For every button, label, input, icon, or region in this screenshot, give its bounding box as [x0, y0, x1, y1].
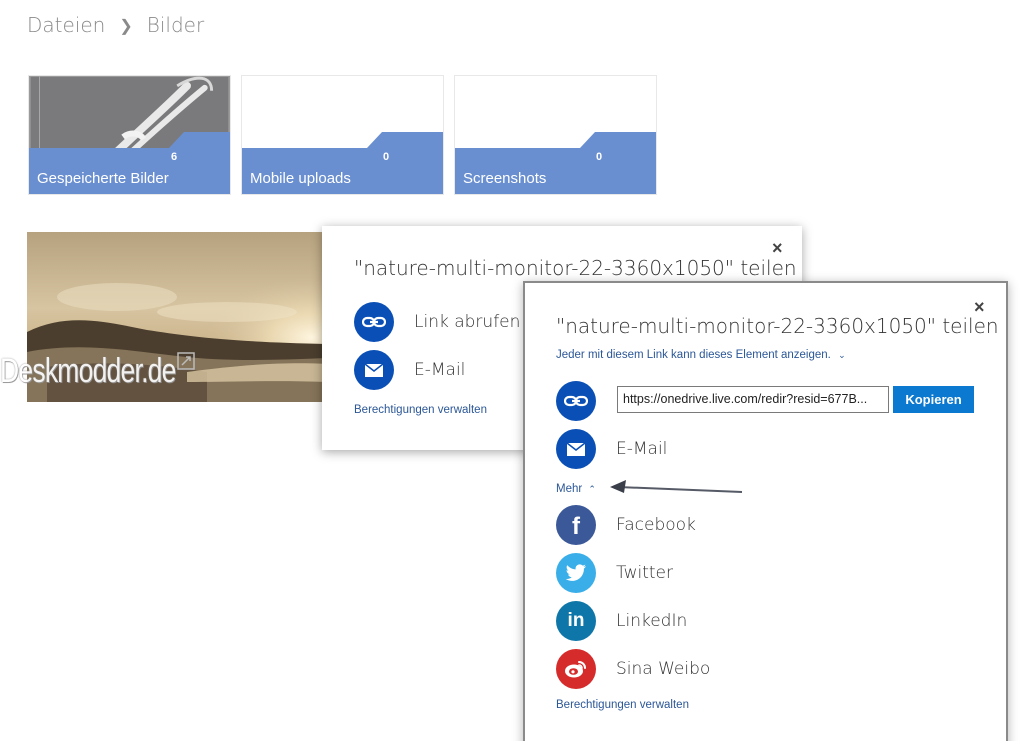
- get-link-option[interactable]: Link abrufen: [354, 302, 520, 342]
- breadcrumb-current: Bilder: [146, 13, 205, 37]
- email-option[interactable]: E-Mail: [354, 350, 465, 390]
- sina-weibo-option[interactable]: Sina Weibo: [556, 649, 710, 689]
- option-label: Twitter: [616, 563, 673, 583]
- share-dialog-front: × "nature-multi-monitor-22-3360x1050" te…: [523, 281, 1008, 741]
- copy-button[interactable]: Kopieren: [893, 386, 974, 413]
- option-label: Sina Weibo: [616, 659, 711, 679]
- mail-icon: [556, 429, 596, 469]
- weibo-icon: [556, 649, 596, 689]
- watermark-text: Deskmodder.de: [0, 352, 176, 390]
- link-icon: [354, 302, 394, 342]
- folder-label: Screenshots: [463, 170, 547, 187]
- linkedin-icon: in: [556, 601, 596, 641]
- folder-count: 0: [596, 151, 603, 163]
- dialog-title: "nature-multi-monitor-22-3360x1050" teil…: [556, 314, 999, 338]
- breadcrumb-root[interactable]: Dateien: [27, 13, 105, 37]
- chevron-right-icon: ❯: [119, 15, 133, 35]
- email-option[interactable]: E-Mail: [556, 429, 667, 469]
- folder-tile-screenshots[interactable]: 0 Screenshots: [454, 75, 657, 195]
- share-url-input[interactable]: https://onedrive.live.com/redir?resid=67…: [617, 386, 889, 413]
- breadcrumb: Dateien ❯ Bilder: [27, 13, 204, 37]
- link-access-dropdown[interactable]: Jeder mit diesem Link kann dieses Elemen…: [556, 349, 846, 361]
- more-toggle[interactable]: Mehr ⌃: [556, 483, 596, 495]
- option-label: E-Mail: [616, 439, 668, 459]
- onedrive-pictures-page: Dateien ❯ Bilder 6 Gespeicherte Bilder 0…: [0, 0, 1028, 741]
- folder-label: Mobile uploads: [250, 170, 351, 187]
- facebook-option[interactable]: f Facebook: [556, 505, 696, 545]
- linkedin-option[interactable]: in LinkedIn: [556, 601, 687, 641]
- option-label: E-Mail: [414, 360, 466, 380]
- option-label: LinkedIn: [616, 611, 688, 631]
- manage-permissions-link[interactable]: Berechtigungen verwalten: [556, 699, 689, 711]
- chevron-up-icon: ⌃: [588, 484, 596, 494]
- twitter-icon: [556, 553, 596, 593]
- chevron-down-icon: ⌄: [838, 350, 846, 360]
- link-row: [556, 381, 596, 421]
- more-label: Mehr: [556, 483, 583, 495]
- facebook-icon: f: [556, 505, 596, 545]
- folder-tile-mobile-uploads[interactable]: 0 Mobile uploads: [241, 75, 444, 195]
- manage-permissions-link[interactable]: Berechtigungen verwalten: [354, 404, 487, 416]
- folder-tile-saved-pictures[interactable]: 6 Gespeicherte Bilder: [28, 75, 231, 195]
- link-icon: [556, 381, 596, 421]
- option-label: Link abrufen: [414, 312, 521, 332]
- mail-icon: [354, 350, 394, 390]
- annotation-arrow-icon: [610, 480, 743, 493]
- expand-icon: [177, 352, 195, 370]
- folder-label: Gespeicherte Bilder: [37, 170, 169, 187]
- access-label: Jeder mit diesem Link kann dieses Elemen…: [556, 349, 831, 361]
- twitter-option[interactable]: Twitter: [556, 553, 673, 593]
- option-label: Facebook: [616, 515, 696, 535]
- folder-count: 6: [171, 151, 178, 163]
- dialog-title: "nature-multi-monitor-22-3360x1050" teil…: [354, 256, 797, 280]
- folder-count: 0: [383, 151, 390, 163]
